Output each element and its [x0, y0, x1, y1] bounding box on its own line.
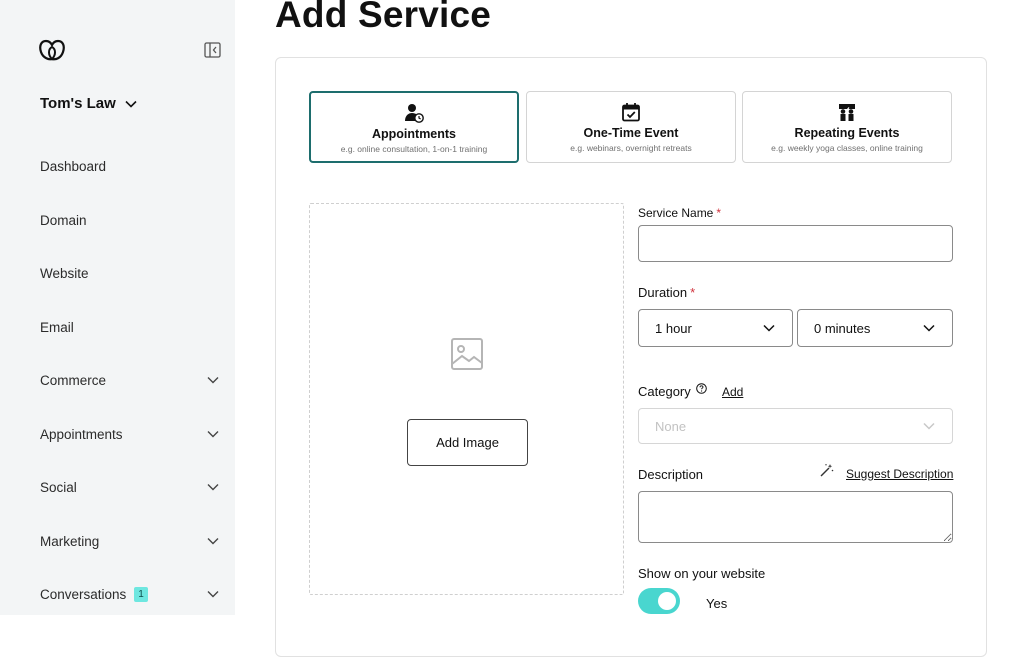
sidebar-item-conversations[interactable]: Conversations 1	[40, 582, 220, 606]
sidebar-item-label: Conversations	[40, 586, 127, 602]
image-upload-area[interactable]: Add Image	[309, 203, 624, 595]
business-switcher[interactable]: Tom's Law	[40, 95, 138, 112]
duration-label: Duration *	[638, 285, 695, 300]
duration-label-text: Duration	[638, 285, 688, 300]
duration-hours-select[interactable]: 1 hour	[638, 309, 793, 347]
category-label: Category	[638, 384, 691, 399]
chevron-down-icon	[207, 591, 219, 598]
description-textarea[interactable]	[638, 491, 953, 543]
service-name-label-text: Service Name	[638, 206, 714, 220]
show-on-website-value: Yes	[706, 596, 728, 611]
duration-minutes-select[interactable]: 0 minutes	[797, 309, 953, 347]
service-name-input[interactable]	[638, 225, 953, 262]
person-clock-icon	[405, 104, 424, 123]
toggle-knob	[658, 592, 676, 610]
service-name-label: Service Name *	[638, 206, 721, 220]
required-mark: *	[716, 206, 722, 220]
service-type-title: One-Time Event	[583, 126, 679, 140]
chevron-down-icon	[923, 324, 935, 332]
sidebar-item-label: Social	[40, 479, 77, 495]
required-mark: *	[690, 285, 696, 300]
sidebar: Tom's Law Dashboard Domain Website Email…	[0, 0, 235, 615]
duration-hours-value: 1 hour	[655, 320, 692, 336]
chevron-down-icon	[207, 538, 219, 545]
add-image-button[interactable]: Add Image	[407, 419, 528, 466]
sidebar-item-social[interactable]: Social	[40, 475, 220, 499]
chevron-down-icon	[207, 484, 219, 491]
service-type-subtitle: e.g. online consultation, 1-on-1 trainin…	[340, 144, 488, 154]
description-label: Description	[638, 467, 704, 482]
sidebar-item-email[interactable]: Email	[40, 315, 220, 339]
service-type-appointments[interactable]: Appointments e.g. online consultation, 1…	[309, 91, 519, 163]
service-type-title: Appointments	[371, 127, 457, 141]
service-type-one-time-event[interactable]: One-Time Event e.g. webinars, overnight …	[526, 91, 736, 163]
chevron-down-icon	[923, 422, 935, 430]
calendar-check-icon	[622, 103, 640, 122]
sidebar-item-website[interactable]: Website	[40, 261, 220, 285]
show-on-website-label: Show on your website	[638, 566, 766, 581]
sidebar-item-label: Email	[40, 319, 74, 335]
sidebar-item-label: Appointments	[40, 426, 123, 442]
category-value: None	[655, 418, 687, 434]
service-type-subtitle: e.g. webinars, overnight retreats	[570, 143, 692, 153]
category-select[interactable]: None	[638, 408, 953, 444]
sidebar-item-marketing[interactable]: Marketing	[40, 529, 220, 553]
business-name: Tom's Law	[40, 95, 116, 112]
people-repeat-icon	[839, 104, 855, 121]
chevron-down-icon	[207, 431, 219, 438]
sidebar-item-label: Marketing	[40, 533, 100, 549]
chevron-down-icon	[207, 377, 219, 384]
service-type-repeating-events[interactable]: Repeating Events e.g. weekly yoga classe…	[742, 91, 952, 163]
sidebar-item-label: Website	[40, 265, 89, 281]
notification-badge: 1	[134, 586, 148, 602]
godaddy-logo-icon[interactable]	[39, 38, 65, 62]
page-title: Add Service	[275, 0, 492, 35]
magic-wand-icon	[820, 464, 834, 477]
sidebar-item-dashboard[interactable]: Dashboard	[40, 154, 220, 178]
sidebar-item-label: Commerce	[40, 372, 107, 388]
add-category-link[interactable]: Add	[722, 385, 743, 399]
suggest-description-link[interactable]: Suggest Description	[846, 467, 953, 481]
sidebar-item-commerce[interactable]: Commerce	[40, 368, 220, 392]
service-type-subtitle: e.g. weekly yoga classes, online trainin…	[771, 143, 923, 153]
sidebar-item-label: Dashboard	[40, 158, 107, 174]
service-type-title: Repeating Events	[794, 126, 900, 140]
help-icon[interactable]	[696, 383, 707, 394]
chevron-down-icon	[125, 100, 137, 108]
image-placeholder-icon	[451, 338, 483, 370]
collapse-sidebar-icon[interactable]	[204, 42, 221, 58]
chevron-down-icon	[763, 324, 775, 332]
duration-minutes-value: 0 minutes	[814, 320, 871, 336]
sidebar-item-domain[interactable]: Domain	[40, 208, 220, 232]
sidebar-item-label: Domain	[40, 212, 87, 228]
show-on-website-toggle[interactable]	[638, 588, 680, 614]
sidebar-item-appointments[interactable]: Appointments	[40, 422, 220, 446]
